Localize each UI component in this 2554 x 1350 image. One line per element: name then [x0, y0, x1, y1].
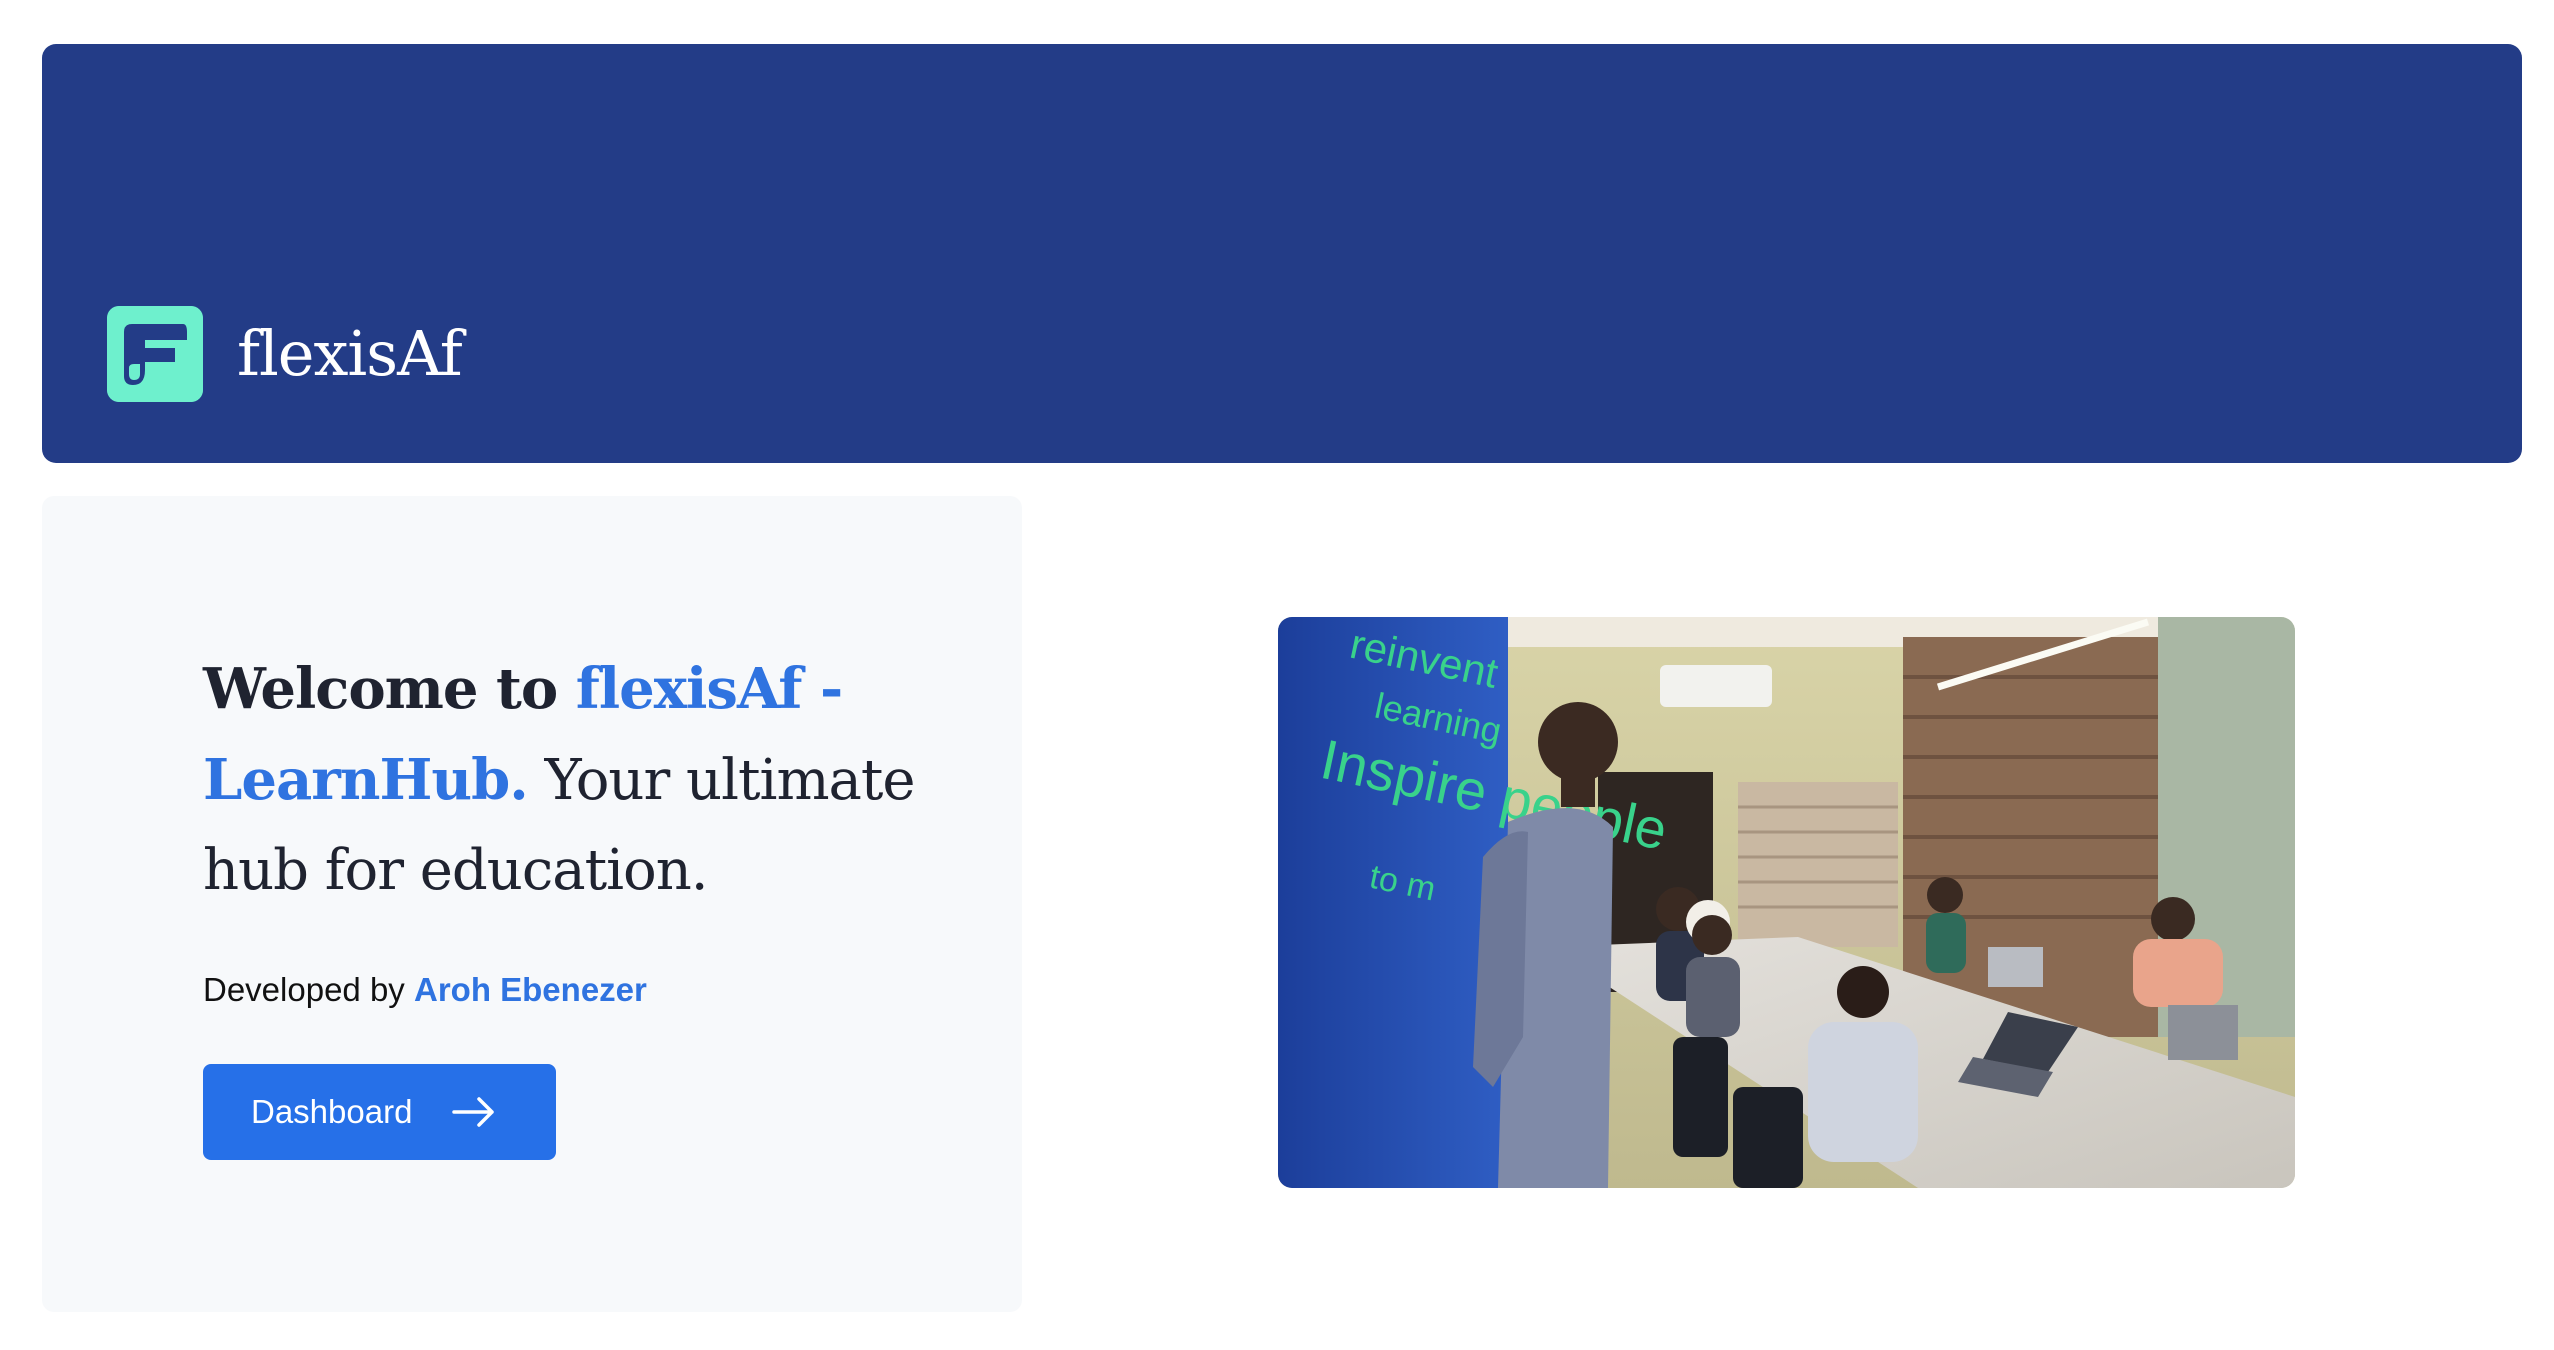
- hero-title: Welcome to flexisAf - LearnHub. Your ult…: [203, 644, 923, 916]
- dashboard-button-label: Dashboard: [251, 1093, 413, 1130]
- flexisaf-logo-icon: [107, 306, 203, 402]
- credit-prefix: Developed by: [203, 971, 414, 1008]
- credit-author-link[interactable]: Aroh Ebenezer: [414, 971, 647, 1008]
- hero-title-prefix: Welcome to: [203, 656, 576, 722]
- hero-card: Welcome to flexisAf - LearnHub. Your ult…: [42, 496, 1022, 1312]
- classroom-photo: reinvent learning Inspire people to m: [1278, 617, 2295, 1188]
- developer-credit: Developed by Aroh Ebenezer: [203, 970, 647, 1010]
- header-banner: flexisAf: [42, 44, 2522, 463]
- brand-name: flexisAf: [237, 317, 463, 390]
- arrow-right-icon: [452, 1097, 495, 1127]
- brand[interactable]: flexisAf: [107, 306, 463, 402]
- dashboard-button[interactable]: Dashboard: [203, 1064, 556, 1160]
